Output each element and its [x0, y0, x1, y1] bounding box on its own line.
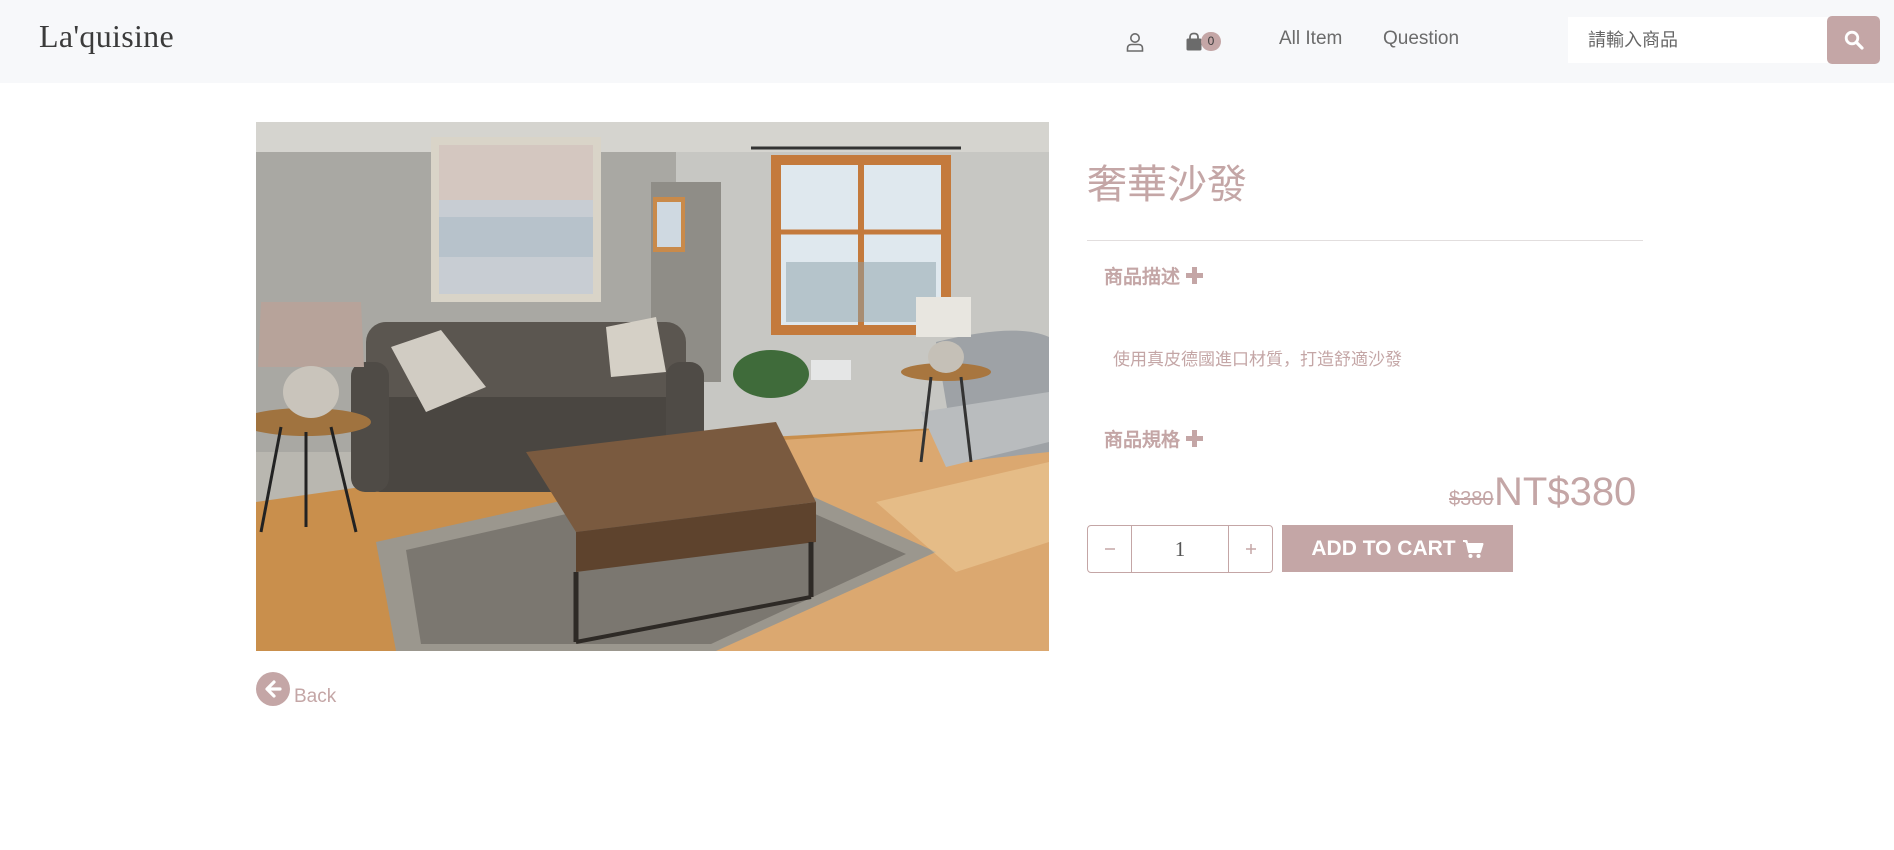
spec-toggle[interactable]: 商品規格 — [1104, 425, 1204, 452]
back-link[interactable]: Back — [256, 672, 337, 707]
search-button[interactable] — [1827, 16, 1880, 64]
spec-heading: 商品規格 — [1104, 429, 1181, 451]
nav-link-question[interactable]: Question — [1383, 28, 1459, 50]
nav-link-all-item[interactable]: All Item — [1279, 28, 1342, 50]
navbar: La'quisine 0 All Item Question — [0, 0, 1894, 83]
cart-count-badge: 0 — [1201, 32, 1221, 51]
quantity-input[interactable] — [1131, 526, 1229, 572]
brand-logo[interactable]: La'quisine — [39, 18, 174, 55]
plus-icon — [1186, 430, 1204, 447]
search-icon — [1844, 30, 1864, 50]
search-input[interactable] — [1568, 17, 1828, 63]
add-to-cart-button[interactable]: ADD TO CART — [1282, 525, 1513, 572]
product-image — [256, 122, 1049, 651]
user-icon[interactable] — [1119, 26, 1151, 58]
quantity-stepper — [1087, 525, 1273, 573]
add-to-cart-label: ADD TO CART — [1311, 536, 1456, 560]
decrease-quantity-button[interactable] — [1088, 526, 1131, 572]
cart-icon — [1462, 539, 1484, 558]
product-description: 使用真皮德國進口材質，打造舒適沙發 — [1113, 350, 1402, 370]
arrow-left-circle-icon — [256, 672, 290, 706]
divider — [1087, 240, 1643, 241]
sale-price: NT$380 — [1494, 470, 1637, 514]
increase-quantity-button[interactable] — [1229, 526, 1272, 572]
plus-icon — [1186, 267, 1204, 284]
description-toggle[interactable]: 商品描述 — [1104, 262, 1204, 289]
product-title: 奢華沙發 — [1087, 162, 1247, 208]
description-heading: 商品描述 — [1104, 266, 1181, 288]
original-price: $380 — [1449, 488, 1494, 510]
back-label: Back — [294, 686, 337, 707]
